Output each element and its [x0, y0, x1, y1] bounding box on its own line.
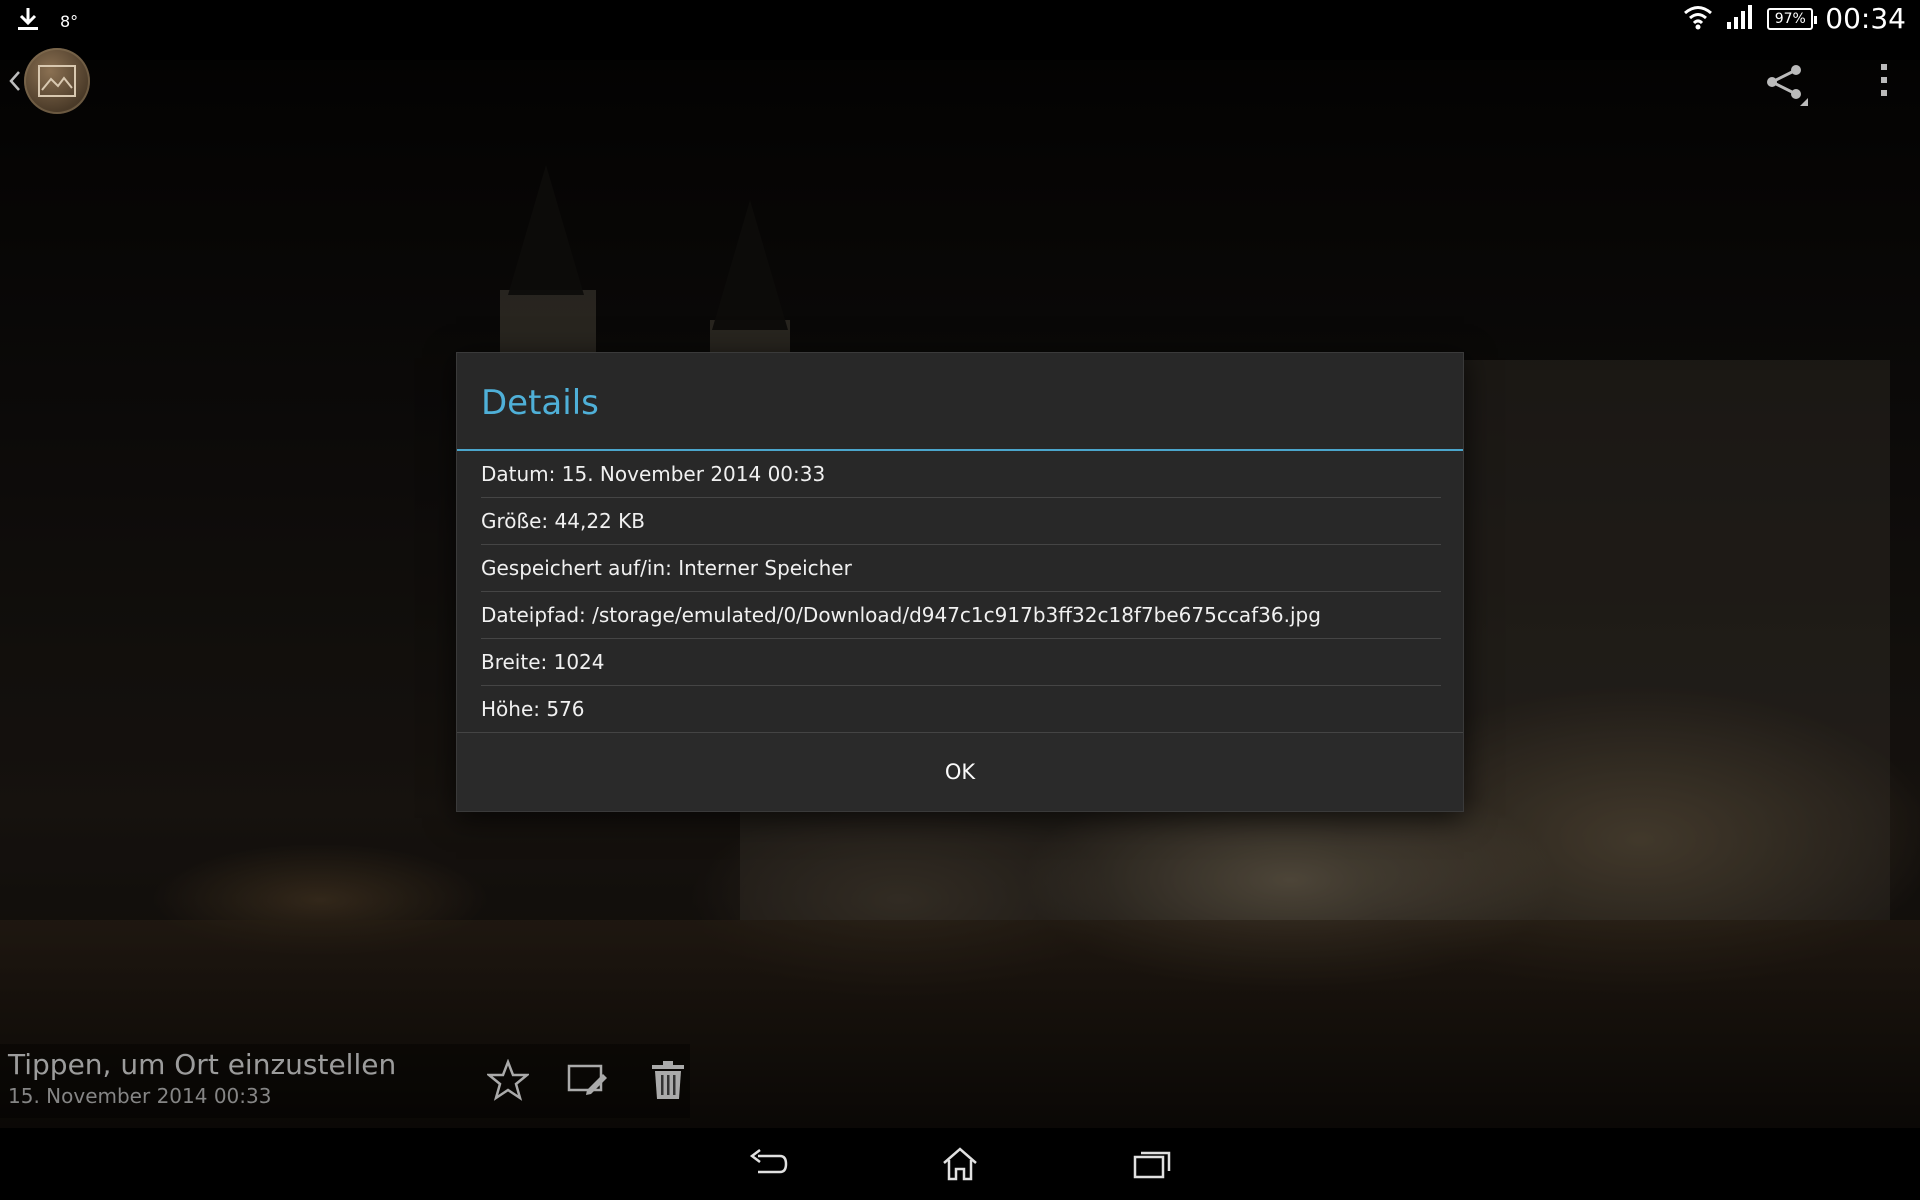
picture-icon [38, 65, 76, 97]
navigation-bar [0, 1128, 1920, 1200]
dialog-title: Details [481, 383, 599, 423]
share-icon[interactable] [1762, 62, 1810, 106]
status-left: 8° [16, 6, 78, 36]
details-dialog: Details Datum: 15. November 2014 00:33 G… [456, 352, 1464, 812]
detail-size: Größe: 44,22 KB [481, 498, 1441, 545]
favorite-star-icon[interactable] [486, 1058, 530, 1102]
gallery-app-icon[interactable] [24, 48, 90, 114]
screen: 8° 97% 00:34 Tippen, um Ort einzustellen… [0, 0, 1920, 1200]
photo-date: 15. November 2014 00:33 [8, 1084, 272, 1108]
detail-height: Höhe: 576 [481, 697, 585, 721]
temperature-text: 8° [60, 11, 79, 31]
download-icon [16, 6, 40, 36]
ok-button[interactable]: OK [457, 733, 1463, 811]
delete-trash-icon[interactable] [646, 1058, 690, 1102]
nav-back-icon[interactable] [738, 1142, 798, 1186]
clock: 00:34 [1825, 2, 1906, 35]
bottom-actions [486, 1058, 690, 1102]
detail-date: Datum: 15. November 2014 00:33 [481, 451, 1441, 498]
status-bar: 8° 97% 00:34 [0, 0, 1920, 40]
details-list: Datum: 15. November 2014 00:33 Größe: 44… [481, 451, 1441, 732]
detail-width: Breite: 1024 [481, 639, 1441, 686]
wifi-icon [1683, 4, 1713, 34]
overflow-menu-icon[interactable] [1878, 62, 1890, 98]
status-right: 97% 00:34 [1683, 2, 1906, 35]
detail-storage: Gespeichert auf/in: Interner Speicher [481, 545, 1441, 592]
back-chevron-icon[interactable] [4, 70, 26, 92]
edit-icon[interactable] [566, 1058, 610, 1102]
battery-indicator: 97% [1767, 7, 1818, 30]
detail-file-path: Dateipfad: /storage/emulated/0/Download/… [481, 592, 1441, 639]
nav-home-icon[interactable] [930, 1142, 990, 1186]
signal-icon [1725, 4, 1755, 34]
nav-recents-icon[interactable] [1122, 1142, 1182, 1186]
location-hint[interactable]: Tippen, um Ort einzustellen [8, 1048, 396, 1081]
